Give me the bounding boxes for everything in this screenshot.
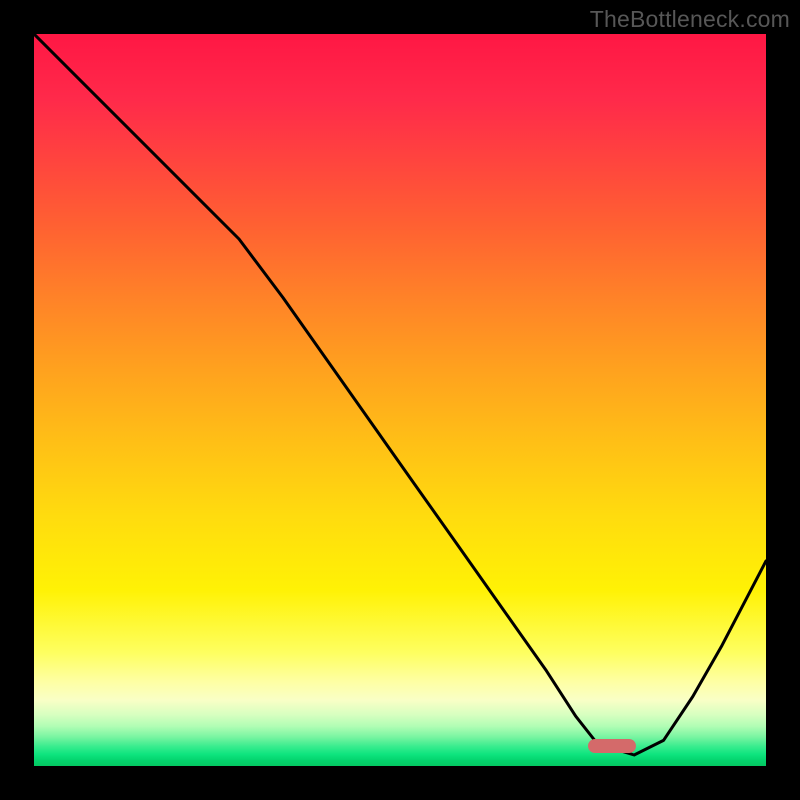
bottleneck-curve (34, 34, 766, 766)
chart-frame: TheBottleneck.com (0, 0, 800, 800)
watermark-text: TheBottleneck.com (590, 6, 790, 33)
optimal-range-marker (588, 739, 636, 753)
plot-area (34, 34, 766, 766)
